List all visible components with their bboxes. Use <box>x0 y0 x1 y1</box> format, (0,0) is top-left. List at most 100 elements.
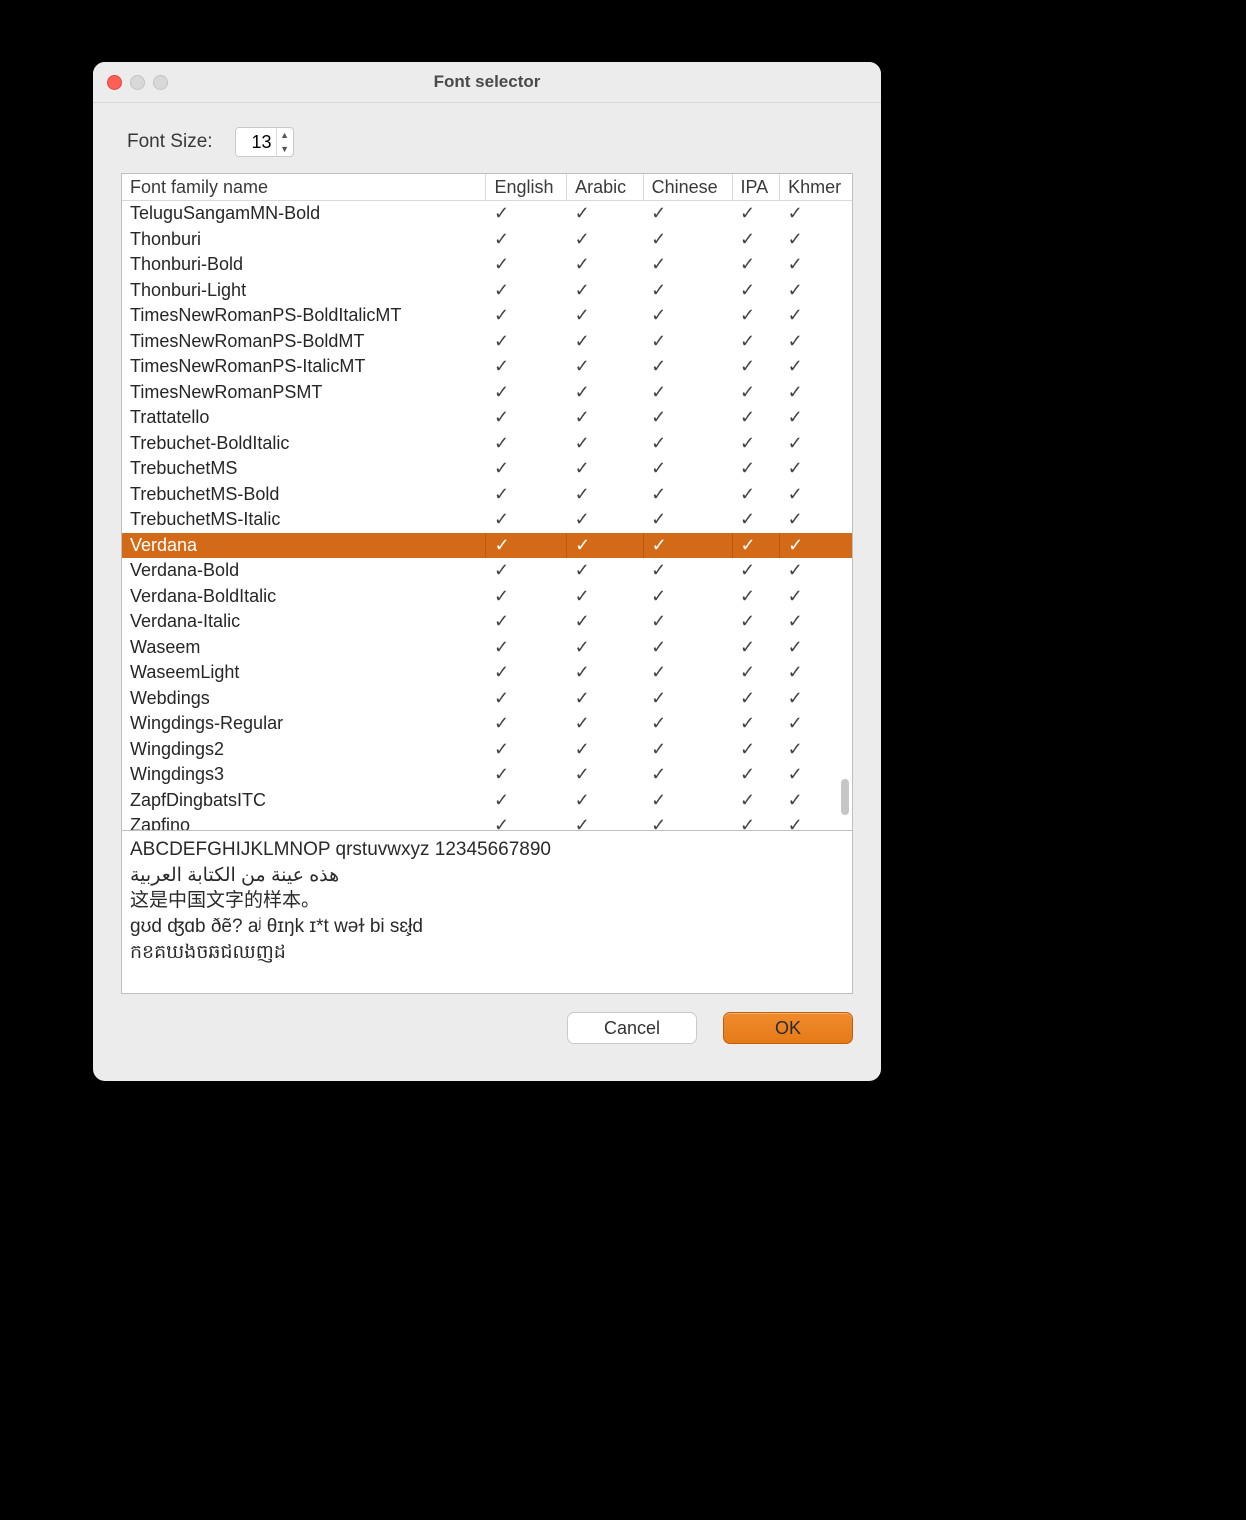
arabic-cell: ✓ <box>567 660 644 686</box>
chinese-cell: ✓ <box>643 329 732 355</box>
col-header-english[interactable]: English <box>486 174 567 201</box>
table-row[interactable]: TrebuchetMS-Bold✓✓✓✓✓ <box>122 482 852 508</box>
font-name-cell: Wingdings2 <box>122 737 486 763</box>
check-icon: ✓ <box>651 509 666 529</box>
check-icon: ✓ <box>494 790 509 810</box>
check-icon: ✓ <box>494 433 509 453</box>
font-size-row: Font Size: ▲ ▼ <box>127 127 853 157</box>
table-row[interactable]: TimesNewRomanPSMT✓✓✓✓✓ <box>122 380 852 406</box>
ok-button[interactable]: OK <box>723 1012 853 1044</box>
check-icon: ✓ <box>575 509 590 529</box>
check-icon: ✓ <box>788 331 803 351</box>
english-cell: ✓ <box>486 788 567 814</box>
check-icon: ✓ <box>575 484 590 504</box>
check-icon: ✓ <box>651 331 666 351</box>
check-icon: ✓ <box>575 739 590 759</box>
check-icon: ✓ <box>788 688 803 708</box>
table-row[interactable]: Verdana✓✓✓✓✓ <box>122 533 852 559</box>
font-name-cell: Verdana-Bold <box>122 558 486 584</box>
check-icon: ✓ <box>575 535 590 555</box>
check-icon: ✓ <box>788 254 803 274</box>
check-icon: ✓ <box>740 254 755 274</box>
arabic-cell: ✓ <box>567 278 644 304</box>
english-cell: ✓ <box>486 737 567 763</box>
table-row[interactable]: TeluguSangamMN-Bold✓✓✓✓✓ <box>122 201 852 227</box>
ipa-cell: ✓ <box>732 533 780 559</box>
col-header-chinese[interactable]: Chinese <box>643 174 732 201</box>
khmer-cell: ✓ <box>780 201 852 227</box>
table-row[interactable]: TimesNewRomanPS-BoldMT✓✓✓✓✓ <box>122 329 852 355</box>
table-row[interactable]: TimesNewRomanPS-ItalicMT✓✓✓✓✓ <box>122 354 852 380</box>
table-row[interactable]: Thonburi✓✓✓✓✓ <box>122 227 852 253</box>
stepper-down-icon[interactable]: ▼ <box>277 142 293 156</box>
check-icon: ✓ <box>494 560 509 580</box>
check-icon: ✓ <box>494 356 509 376</box>
check-icon: ✓ <box>575 433 590 453</box>
table-row[interactable]: Wingdings3✓✓✓✓✓ <box>122 762 852 788</box>
font-size-input[interactable] <box>236 128 276 156</box>
col-header-khmer[interactable]: Khmer <box>780 174 852 201</box>
check-icon: ✓ <box>575 254 590 274</box>
check-icon: ✓ <box>494 203 509 223</box>
ipa-cell: ✓ <box>732 431 780 457</box>
khmer-cell: ✓ <box>780 711 852 737</box>
font-name-cell: Thonburi-Light <box>122 278 486 304</box>
check-icon: ✓ <box>740 713 755 733</box>
check-icon: ✓ <box>651 458 666 478</box>
chinese-cell: ✓ <box>643 303 732 329</box>
col-header-ipa[interactable]: IPA <box>732 174 780 201</box>
arabic-cell: ✓ <box>567 405 644 431</box>
check-icon: ✓ <box>652 535 667 555</box>
check-icon: ✓ <box>575 815 590 831</box>
english-cell: ✓ <box>486 252 567 278</box>
table-row[interactable]: Webdings✓✓✓✓✓ <box>122 686 852 712</box>
chinese-cell: ✓ <box>643 201 732 227</box>
table-row[interactable]: Verdana-Italic✓✓✓✓✓ <box>122 609 852 635</box>
chinese-cell: ✓ <box>643 405 732 431</box>
font-size-stepper[interactable]: ▲ ▼ <box>235 127 294 157</box>
preview-latin: ABCDEFGHIJKLMNOP qrstuvwxyz 12345667890 <box>130 837 844 863</box>
cancel-button[interactable]: Cancel <box>567 1012 697 1044</box>
ipa-cell: ✓ <box>732 762 780 788</box>
table-row[interactable]: Thonburi-Bold✓✓✓✓✓ <box>122 252 852 278</box>
col-header-name[interactable]: Font family name <box>122 174 486 201</box>
table-row[interactable]: ZapfDingbatsITC✓✓✓✓✓ <box>122 788 852 814</box>
check-icon: ✓ <box>575 458 590 478</box>
table-row[interactable]: TrebuchetMS-Italic✓✓✓✓✓ <box>122 507 852 533</box>
col-header-arabic[interactable]: Arabic <box>567 174 644 201</box>
table-row[interactable]: Thonburi-Light✓✓✓✓✓ <box>122 278 852 304</box>
check-icon: ✓ <box>740 509 755 529</box>
khmer-cell: ✓ <box>780 329 852 355</box>
khmer-cell: ✓ <box>780 737 852 763</box>
table-row[interactable]: TimesNewRomanPS-BoldItalicMT✓✓✓✓✓ <box>122 303 852 329</box>
check-icon: ✓ <box>651 484 666 504</box>
arabic-cell: ✓ <box>567 635 644 661</box>
arabic-cell: ✓ <box>567 303 644 329</box>
font-name-cell: TimesNewRomanPSMT <box>122 380 486 406</box>
check-icon: ✓ <box>651 305 666 325</box>
check-icon: ✓ <box>788 535 803 555</box>
table-row[interactable]: Trebuchet-BoldItalic✓✓✓✓✓ <box>122 431 852 457</box>
font-name-cell: WaseemLight <box>122 660 486 686</box>
table-row[interactable]: Wingdings2✓✓✓✓✓ <box>122 737 852 763</box>
check-icon: ✓ <box>651 229 666 249</box>
stepper-up-icon[interactable]: ▲ <box>277 128 293 142</box>
khmer-cell: ✓ <box>780 635 852 661</box>
check-icon: ✓ <box>494 611 509 631</box>
preview-arabic: هذه عينة من الكتابة العربية <box>130 863 844 889</box>
check-icon: ✓ <box>740 458 755 478</box>
check-icon: ✓ <box>651 356 666 376</box>
table-row[interactable]: TrebuchetMS✓✓✓✓✓ <box>122 456 852 482</box>
check-icon: ✓ <box>788 637 803 657</box>
table-row[interactable]: Trattatello✓✓✓✓✓ <box>122 405 852 431</box>
table-row[interactable]: Verdana-Bold✓✓✓✓✓ <box>122 558 852 584</box>
check-icon: ✓ <box>575 611 590 631</box>
scrollbar-thumb[interactable] <box>841 779 849 815</box>
table-row[interactable]: Zapfino✓✓✓✓✓ <box>122 813 852 831</box>
table-row[interactable]: Verdana-BoldItalic✓✓✓✓✓ <box>122 584 852 610</box>
check-icon: ✓ <box>788 203 803 223</box>
table-row[interactable]: WaseemLight✓✓✓✓✓ <box>122 660 852 686</box>
ipa-cell: ✓ <box>732 737 780 763</box>
table-row[interactable]: Wingdings-Regular✓✓✓✓✓ <box>122 711 852 737</box>
table-row[interactable]: Waseem✓✓✓✓✓ <box>122 635 852 661</box>
